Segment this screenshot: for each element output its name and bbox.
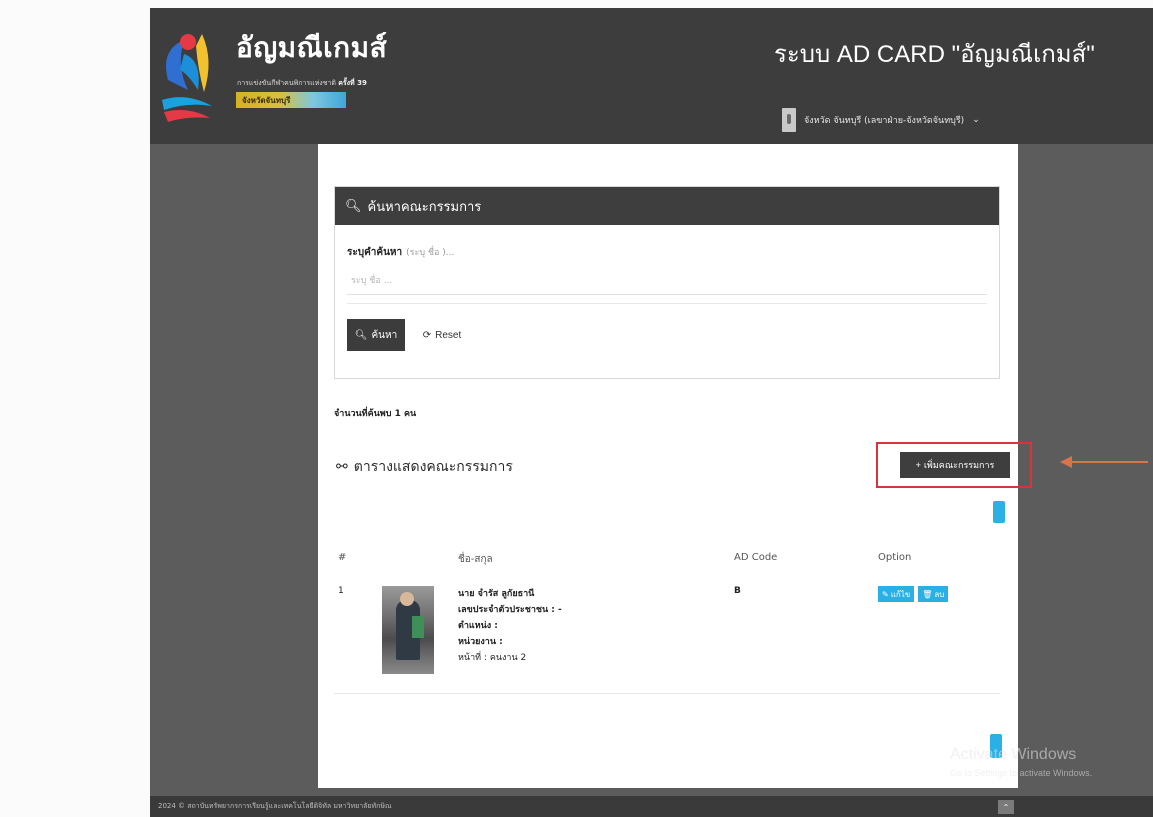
search-field-hint: (ระบุ ชื่อ )...: [406, 248, 455, 258]
result-count: จำนวนที่ค้นพบ 1 คน: [334, 409, 417, 419]
table-header: # ชื่อ-สกุล AD Code Option: [334, 544, 1000, 574]
top-navbar: อัญมณีเกมส์ การแข่งขันกีฬาคนพิการแห่งชาต…: [150, 8, 1153, 144]
trash-icon: 🗑︎: [922, 589, 933, 599]
col-ad-code: AD Code: [734, 552, 778, 563]
edit-icon: ✎: [882, 589, 889, 599]
table-toggle-handle[interactable]: [993, 501, 1005, 523]
reset-button[interactable]: ⟳ Reset: [411, 319, 473, 351]
chevron-up-icon: ⌃: [1002, 802, 1010, 812]
scroll-to-top-button[interactable]: ⌃: [998, 800, 1014, 814]
table-title: ตารางแสดงคณะกรรมการ: [353, 459, 513, 475]
search-button[interactable]: 🔍︎ ค้นหา: [347, 319, 405, 351]
logo-province-tag: จังหวัดจันทบุรี: [236, 92, 346, 108]
user-avatar: [782, 108, 796, 132]
games-emblem-logo: [162, 34, 212, 122]
footer-text: 2024 © สถาบันทรัพยากรการเรียนรู้และเทคโน…: [158, 802, 392, 810]
search-input[interactable]: [347, 267, 987, 295]
user-menu[interactable]: จังหวัด จันทบุรี (เลขาฝ่าย-จังหวัดจันทบุ…: [782, 108, 980, 132]
edit-button[interactable]: ✎ แก้ไข: [878, 586, 915, 602]
chevron-down-icon: ⌄: [972, 115, 980, 125]
users-icon: ⚯: [336, 459, 348, 475]
member-photo: [382, 586, 434, 674]
member-duty: หน้าที่ : คนงาน 2: [458, 653, 527, 663]
search-field-label: ระบุคำค้นหา (ระบุ ชื่อ )...: [347, 247, 455, 258]
search-panel-title: ค้นหาคณะกรรมการ: [367, 199, 482, 215]
search-icon: 🔍︎: [354, 329, 368, 341]
col-name: ชื่อ-สกุล: [458, 554, 493, 565]
row-options: ✎ แก้ไข 🗑︎ ลบ: [878, 586, 949, 602]
table-row: 1 นาย จำรัส ลูกัยธานี เลขประจำตัวประชาชน…: [334, 578, 1000, 694]
search-panel-header: 🔍︎ ค้นหาคณะกรรมการ: [335, 187, 999, 225]
activate-windows-watermark: Activate Windows Go to Settings to activ…: [950, 746, 1093, 778]
member-position: ตำแหน่ง :: [458, 621, 498, 631]
member-name: นาย จำรัส ลูกัยธานี: [458, 589, 535, 599]
system-title: ระบบ AD CARD "อัญมณีเกมส์": [774, 41, 1095, 68]
logo-subtitle: การแข่งขันกีฬาคนพิการแห่งชาติ ครั้งที่ 3…: [237, 79, 367, 87]
app-window: อัญมณีเกมส์ การแข่งขันกีฬาคนพิการแห่งชาต…: [150, 8, 1153, 817]
search-icon: 🔍︎: [345, 198, 362, 214]
plus-icon: +: [915, 460, 921, 470]
row-index: 1: [338, 586, 344, 596]
member-id-card: เลขประจำตัวประชาชน : -: [458, 605, 562, 615]
member-info: นาย จำรัส ลูกัยธานี เลขประจำตัวประชาชน :…: [458, 586, 562, 666]
logo-title: อัญมณีเกมส์: [236, 31, 388, 64]
table-heading: ⚯ ตารางแสดงคณะกรรมการ: [336, 456, 513, 478]
col-index: #: [338, 552, 347, 563]
search-panel: 🔍︎ ค้นหาคณะกรรมการ ระบุคำค้นหา (ระบุ ชื่อ…: [334, 186, 1000, 379]
user-menu-label: จังหวัด จันทบุรี (เลขาฝ่าย-จังหวัดจันทบุ…: [804, 116, 965, 126]
member-unit: หน่วยงาน :: [458, 637, 503, 647]
add-committee-button[interactable]: + เพิ่มคณะกรรมการ: [900, 452, 1010, 478]
annotation-arrow-icon: [1060, 456, 1148, 468]
main-content: 🔍︎ ค้นหาคณะกรรมการ ระบุคำค้นหา (ระบุ ชื่อ…: [318, 144, 1032, 788]
member-ad-code: B: [734, 586, 741, 596]
refresh-icon: ⟳: [422, 329, 432, 341]
col-option: Option: [878, 552, 912, 563]
divider: [347, 303, 987, 304]
delete-button[interactable]: 🗑︎ ลบ: [918, 586, 949, 602]
